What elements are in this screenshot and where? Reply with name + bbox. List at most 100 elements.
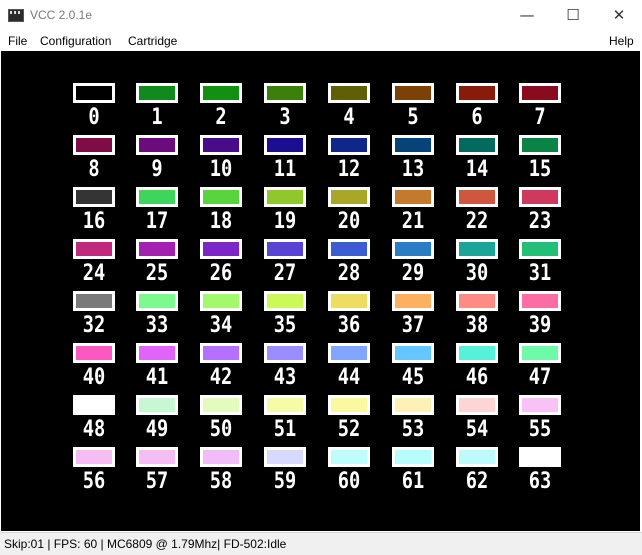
color-swatch-25 [136, 239, 178, 259]
color-number-10: 10 [209, 157, 233, 182]
menu-help[interactable]: Help [609, 34, 634, 48]
color-swatch-10 [200, 135, 242, 155]
menu-file[interactable]: File [8, 34, 27, 48]
color-swatch-16 [73, 187, 115, 207]
menu-cartridge[interactable]: Cartridge [128, 34, 177, 48]
color-number-36: 36 [337, 313, 361, 338]
color-swatch-4 [328, 83, 370, 103]
color-number-13: 13 [401, 157, 425, 182]
color-swatch-12 [328, 135, 370, 155]
menu-configuration[interactable]: Configuration [40, 34, 111, 48]
color-number-15: 15 [528, 157, 552, 182]
emulator-screen[interactable]: 0 1 2 3 4 5 6 7 8 9 10 11 12 13 14 15 16 17 18 19 20 21 22 23 24… [1, 51, 640, 531]
menu-bar: File Configuration Cartridge Help [0, 30, 642, 51]
color-number-44: 44 [337, 365, 361, 390]
color-swatch-18 [200, 187, 242, 207]
color-number-18: 18 [209, 209, 233, 234]
color-swatch-2 [200, 83, 242, 103]
color-number-14: 14 [465, 157, 489, 182]
color-swatch-47 [519, 343, 561, 363]
color-number-23: 23 [528, 209, 552, 234]
color-number-34: 34 [209, 313, 233, 338]
color-swatch-11 [264, 135, 306, 155]
color-swatch-17 [136, 187, 178, 207]
color-number-59: 59 [273, 469, 297, 494]
color-swatch-39 [519, 291, 561, 311]
color-swatch-41 [136, 343, 178, 363]
color-swatch-19 [264, 187, 306, 207]
color-number-20: 20 [337, 209, 361, 234]
color-swatch-28 [328, 239, 370, 259]
color-number-40: 40 [82, 365, 106, 390]
color-number-56: 56 [82, 469, 106, 494]
color-swatch-45 [392, 343, 434, 363]
color-number-45: 45 [401, 365, 425, 390]
color-number-42: 42 [209, 365, 233, 390]
color-number-53: 53 [401, 417, 425, 442]
color-swatch-29 [392, 239, 434, 259]
color-swatch-32 [73, 291, 115, 311]
color-swatch-60 [328, 447, 370, 467]
color-number-61: 61 [401, 469, 425, 494]
color-number-50: 50 [209, 417, 233, 442]
color-swatch-20 [328, 187, 370, 207]
color-swatch-57 [136, 447, 178, 467]
color-number-4: 4 [343, 105, 355, 130]
color-number-8: 8 [88, 157, 100, 182]
color-swatch-53 [392, 395, 434, 415]
color-swatch-3 [264, 83, 306, 103]
color-swatch-31 [519, 239, 561, 259]
color-swatch-44 [328, 343, 370, 363]
color-swatch-24 [73, 239, 115, 259]
color-number-35: 35 [273, 313, 297, 338]
color-swatch-33 [136, 291, 178, 311]
window-title: VCC 2.0.1e [30, 8, 93, 22]
color-number-27: 27 [273, 261, 297, 286]
color-swatch-62 [456, 447, 498, 467]
color-number-55: 55 [528, 417, 552, 442]
color-swatch-63 [519, 447, 561, 467]
color-swatch-55 [519, 395, 561, 415]
color-number-31: 31 [528, 261, 552, 286]
color-number-57: 57 [145, 469, 169, 494]
color-swatch-7 [519, 83, 561, 103]
color-swatch-0 [73, 83, 115, 103]
color-number-46: 46 [465, 365, 489, 390]
color-number-11: 11 [273, 157, 297, 182]
color-number-3: 3 [279, 105, 291, 130]
color-number-25: 25 [145, 261, 169, 286]
color-number-1: 1 [151, 105, 163, 130]
color-swatch-5 [392, 83, 434, 103]
color-number-54: 54 [465, 417, 489, 442]
color-swatch-54 [456, 395, 498, 415]
color-number-2: 2 [215, 105, 227, 130]
color-number-21: 21 [401, 209, 425, 234]
status-text: Skip:01 | FPS: 60 | MC6809 @ 1.79Mhz| FD… [4, 537, 287, 551]
color-swatch-1 [136, 83, 178, 103]
color-swatch-51 [264, 395, 306, 415]
color-number-37: 37 [401, 313, 425, 338]
color-number-0: 0 [88, 105, 100, 130]
color-swatch-49 [136, 395, 178, 415]
minimize-button[interactable]: — [504, 0, 550, 30]
maximize-button[interactable]: ☐ [550, 0, 596, 30]
color-number-12: 12 [337, 157, 361, 182]
color-number-32: 32 [82, 313, 106, 338]
close-button[interactable]: ✕ [596, 0, 642, 30]
color-number-33: 33 [145, 313, 169, 338]
color-swatch-36 [328, 291, 370, 311]
color-swatch-27 [264, 239, 306, 259]
app-icon [8, 9, 24, 22]
color-number-49: 49 [145, 417, 169, 442]
color-swatch-34 [200, 291, 242, 311]
color-swatch-61 [392, 447, 434, 467]
title-bar: VCC 2.0.1e — ☐ ✕ [0, 0, 642, 30]
color-number-60: 60 [337, 469, 361, 494]
status-bar: Skip:01 | FPS: 60 | MC6809 @ 1.79Mhz| FD… [0, 532, 642, 555]
color-swatch-35 [264, 291, 306, 311]
color-number-63: 63 [528, 469, 552, 494]
color-number-41: 41 [145, 365, 169, 390]
color-swatch-8 [73, 135, 115, 155]
color-swatch-26 [200, 239, 242, 259]
color-number-52: 52 [337, 417, 361, 442]
